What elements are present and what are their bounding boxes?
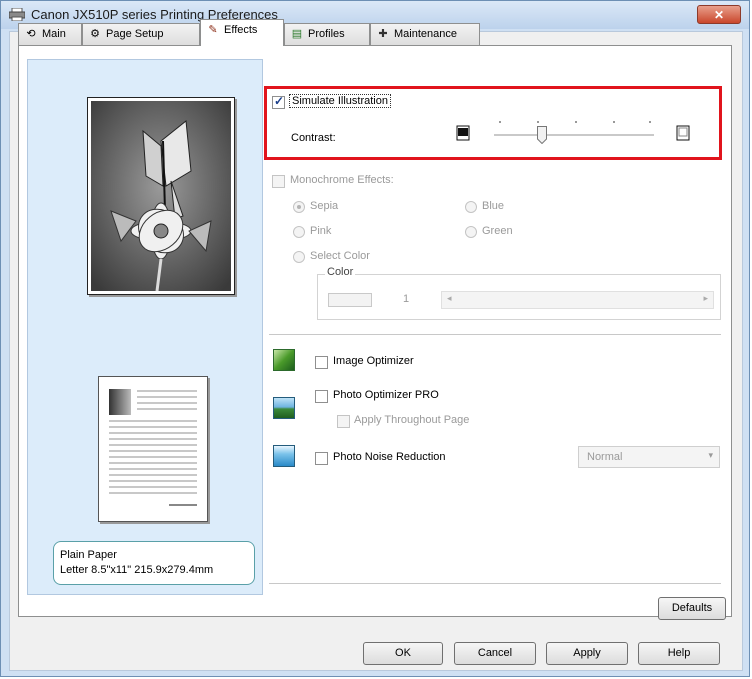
tab-page-setup[interactable]: ⚙ Page Setup — [82, 23, 200, 45]
printer-icon — [9, 8, 25, 21]
photo-noise-reduction-checkbox[interactable] — [315, 452, 328, 465]
main-tab-icon: ⟲ — [26, 28, 36, 40]
separator — [269, 583, 721, 584]
photo-noise-reduction-label: Photo Noise Reduction — [333, 451, 446, 463]
photo-optimizer-pro-label: Photo Optimizer PRO — [333, 389, 439, 401]
apply-throughout-page-label: Apply Throughout Page — [354, 414, 470, 426]
tab-profiles[interactable]: ▤ Profiles — [284, 23, 370, 45]
printing-preferences-window: Canon JX510P series Printing Preferences… — [0, 0, 750, 677]
image-optimizer-icon — [273, 349, 295, 371]
profiles-icon: ▤ — [291, 28, 303, 40]
effects-brush-icon: ✎ — [208, 24, 218, 36]
noise-reduction-level-select[interactable]: Normal ▾ — [578, 446, 720, 468]
blue-label: Blue — [482, 200, 505, 212]
monochrome-effects-label: Monochrome Effects: — [290, 174, 394, 186]
separator — [269, 334, 721, 335]
help-button[interactable]: Help — [638, 642, 720, 665]
page-setup-icon: ⚙ — [90, 28, 100, 40]
tab-effects-label: Effects — [224, 24, 258, 36]
scroll-left-arrow-icon[interactable]: ◂ — [447, 293, 452, 304]
tab-maintenance[interactable]: ✚ Maintenance — [370, 23, 480, 45]
chevron-down-icon: ▾ — [708, 450, 713, 460]
green-radio[interactable] — [465, 226, 477, 238]
paper-size: Letter 8.5"x11" 215.9x279.4mm — [60, 564, 214, 576]
close-button[interactable]: ✕ — [697, 5, 741, 24]
page-thumbnail — [109, 389, 197, 506]
tab-page-setup-label: Page Setup — [106, 28, 164, 40]
monochrome-effects-checkbox[interactable] — [272, 175, 285, 188]
color-value: 1 — [403, 293, 410, 305]
tab-main[interactable]: ⟲ Main — [18, 23, 82, 45]
photo-noise-reduction-icon — [273, 445, 295, 467]
tab-effects[interactable]: ✎ Effects — [200, 19, 284, 46]
pink-radio[interactable] — [293, 226, 305, 238]
color-scrollbar[interactable]: ◂ ▸ — [441, 291, 714, 309]
select-color-label: Select Color — [310, 250, 370, 262]
pink-label: Pink — [310, 225, 332, 237]
blue-radio[interactable] — [465, 201, 477, 213]
illustration-preview-image — [87, 97, 235, 295]
scroll-right-arrow-icon[interactable]: ▸ — [703, 293, 708, 304]
page-layout-preview — [98, 376, 208, 522]
sepia-label: Sepia — [310, 200, 339, 212]
paper-info-box: Plain Paper Letter 8.5"x11" 215.9x279.4m… — [53, 541, 255, 585]
tab-profiles-label: Profiles — [308, 28, 345, 40]
image-optimizer-label: Image Optimizer — [333, 355, 414, 367]
photo-optimizer-pro-icon — [273, 397, 295, 419]
ok-button[interactable]: OK — [363, 642, 443, 665]
green-label: Green — [482, 225, 513, 237]
tab-maintenance-label: Maintenance — [394, 28, 457, 40]
defaults-button[interactable]: Defaults — [658, 597, 726, 620]
maintenance-icon: ✚ — [378, 28, 388, 40]
tab-main-label: Main — [42, 28, 66, 40]
image-optimizer-checkbox[interactable] — [315, 356, 328, 369]
noise-reduction-level-value: Normal — [587, 451, 623, 463]
select-color-radio[interactable] — [293, 251, 305, 263]
apply-throughout-page-checkbox[interactable] — [337, 415, 350, 428]
highlight-box — [264, 86, 722, 160]
color-group-label: Color — [325, 266, 356, 278]
photo-optimizer-pro-checkbox[interactable] — [315, 390, 328, 403]
paper-type: Plain Paper — [60, 549, 117, 561]
sepia-radio[interactable] — [293, 201, 305, 213]
butterfly-flower-illustration — [91, 101, 231, 291]
cancel-button[interactable]: Cancel — [454, 642, 536, 665]
apply-button[interactable]: Apply — [546, 642, 628, 665]
color-swatch — [328, 293, 372, 307]
